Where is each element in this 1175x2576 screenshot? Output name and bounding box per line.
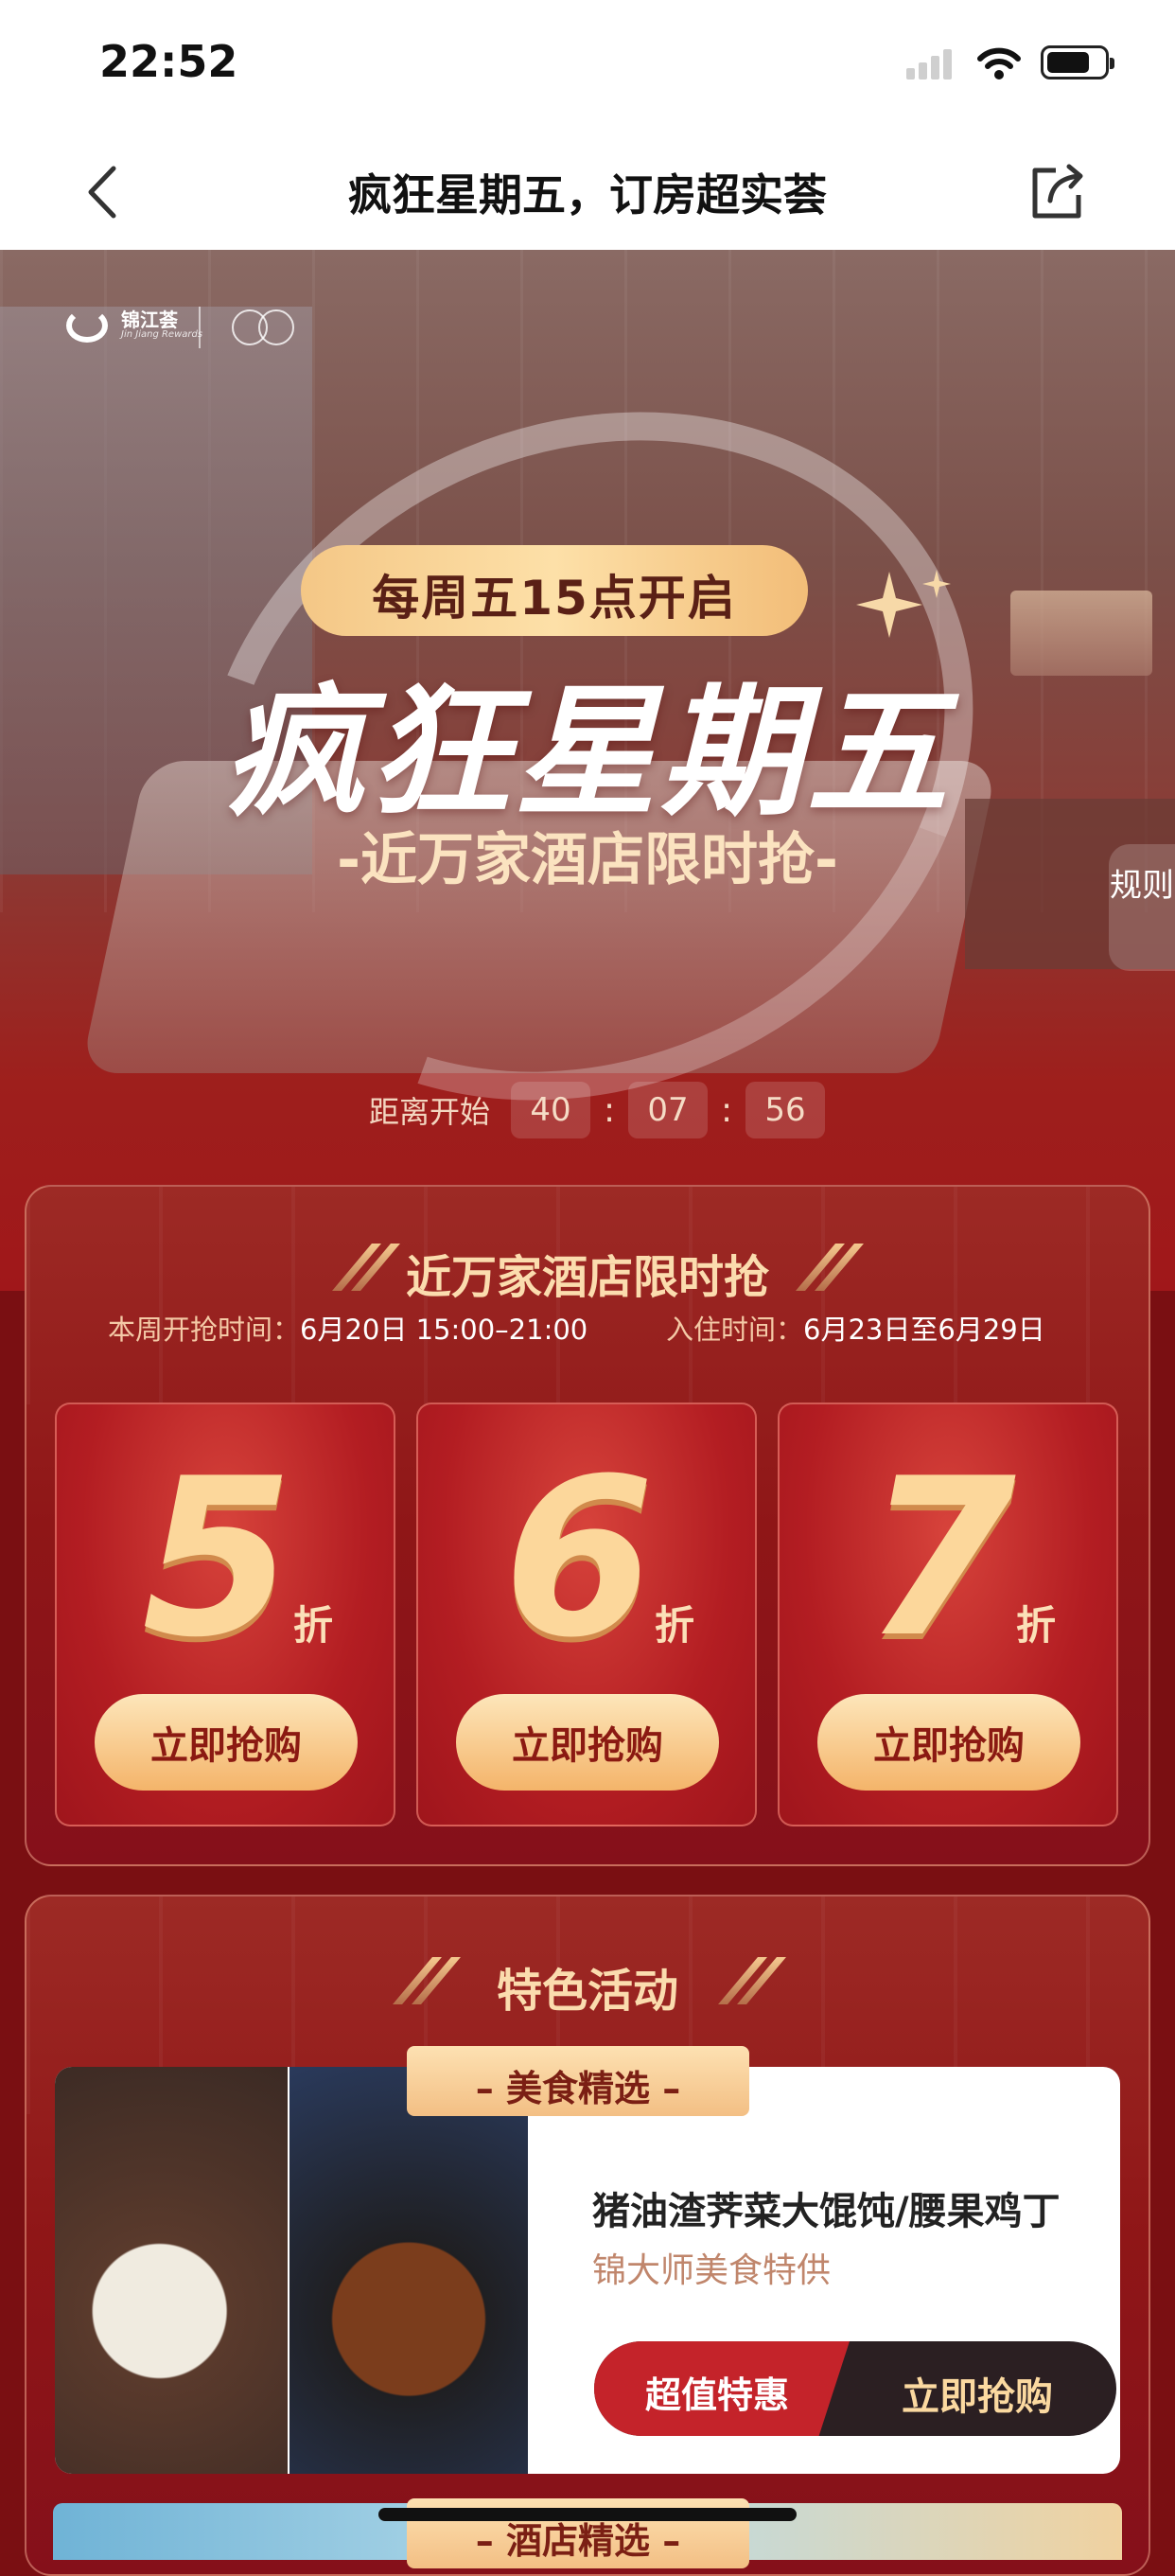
countdown-label: 距离开始 <box>369 1094 491 1130</box>
stay-time-value: 6月23日至6月29日 <box>803 1314 1045 1346</box>
flash-sale-title: 近万家酒店限时抢 <box>405 1251 769 1304</box>
hero-banner: 锦江荟 Jin Jiang Rewards 每周五15点开启 疯狂星期五 -近万… <box>0 250 1175 1291</box>
sale-time-value: 6月20日 15:00–21:00 <box>300 1314 588 1346</box>
stay-time-label: 入住时间 <box>666 1314 777 1346</box>
discount-unit: 折 <box>655 1602 695 1649</box>
countdown-seconds: 56 <box>745 1082 826 1138</box>
discount-unit: 折 <box>293 1602 334 1649</box>
flash-sale-card: 近万家酒店限时抢 本周开抢时间：6月20日 15:00–21:00 入住时间：6… <box>25 1185 1150 1866</box>
discount-card-5[interactable]: 5 折 立即抢购 <box>55 1403 395 1826</box>
discount-card-7[interactable]: 7 折 立即抢购 <box>778 1403 1118 1826</box>
page-title: 疯狂星期五，订房超实荟 <box>348 169 827 221</box>
decor-slashes-right-icon <box>796 1244 864 1291</box>
food-buy-button[interactable]: 超值特惠 立即抢购 <box>594 2341 1116 2436</box>
schedule-pill-text: 每周五15点开启 <box>372 571 737 626</box>
countdown-hours: 40 <box>511 1082 591 1138</box>
discount-unit: 折 <box>1016 1602 1057 1649</box>
features-title: 特色活动 <box>496 1965 678 2018</box>
status-bar: 22:52 <box>0 0 1175 132</box>
buy-now-button[interactable]: 立即抢购 <box>456 1694 719 1791</box>
food-category-tag: – 美食精选 – <box>407 2046 749 2116</box>
countdown-separator: : <box>603 1090 616 1130</box>
schedule-pill: 每周五15点开启 <box>301 545 808 636</box>
cashew-chicken-image <box>289 2067 528 2474</box>
wonton-image <box>55 2067 288 2474</box>
brand-logo: 锦江荟 Jin Jiang Rewards <box>66 303 369 360</box>
food-deal-card[interactable]: 猪油渣荠菜大馄饨/腰果鸡丁 锦大师美食特供 超值特惠 立即抢购 <box>55 2067 1120 2474</box>
food-subtitle: 锦大师美食特供 <box>592 2251 832 2290</box>
hero-subtitle: -近万家酒店限时抢- <box>337 827 838 893</box>
rules-label: 规则 <box>1110 867 1174 905</box>
buy-now-label: 立即抢购 <box>902 2375 1053 2419</box>
countdown-separator: : <box>720 1090 733 1130</box>
countdown: 距离开始 40 : 07 : 56 <box>369 1079 826 1141</box>
sparkle-icon <box>856 570 951 638</box>
decor-slashes-right-icon <box>718 1957 786 2004</box>
countdown-minutes: 07 <box>628 1082 709 1138</box>
buy-now-button[interactable]: 立即抢购 <box>95 1694 358 1791</box>
cellular-signal-icon <box>906 49 956 79</box>
food-category-label: – 美食精选 – <box>475 2068 681 2109</box>
stay-time: 入住时间：6月23日至6月29日 <box>666 1314 1045 1346</box>
logo-subtext: Jin Jiang Rewards <box>121 329 203 340</box>
featured-activities-card: 特色活动 猪油渣荠菜大馄饨/腰果鸡丁 锦大师美食特供 超值特惠 立即抢购 <box>25 1895 1150 2576</box>
food-name: 猪油渣荠菜大馄饨/腰果鸡丁 <box>592 2190 1061 2233</box>
status-time: 22:52 <box>99 36 238 87</box>
rules-button[interactable]: 规则 <box>1109 844 1175 971</box>
anniversary-logo-icon <box>232 309 294 345</box>
deal-label: 超值特惠 <box>644 2374 789 2416</box>
home-indicator <box>378 2508 797 2521</box>
share-icon[interactable] <box>1024 159 1090 225</box>
wifi-icon <box>977 47 1021 79</box>
buy-now-button[interactable]: 立即抢购 <box>817 1694 1080 1791</box>
logo-text: 锦江荟 <box>121 309 178 331</box>
battery-icon <box>1041 45 1114 79</box>
hero-title: 疯狂星期五 <box>222 671 952 836</box>
sale-time-label: 本周开抢时间 <box>108 1314 273 1346</box>
discount-card-6[interactable]: 6 折 立即抢购 <box>416 1403 757 1826</box>
sale-time: 本周开抢时间：6月20日 15:00–21:00 <box>108 1314 588 1346</box>
nav-bar: 疯狂星期五，订房超实荟 <box>0 132 1175 250</box>
